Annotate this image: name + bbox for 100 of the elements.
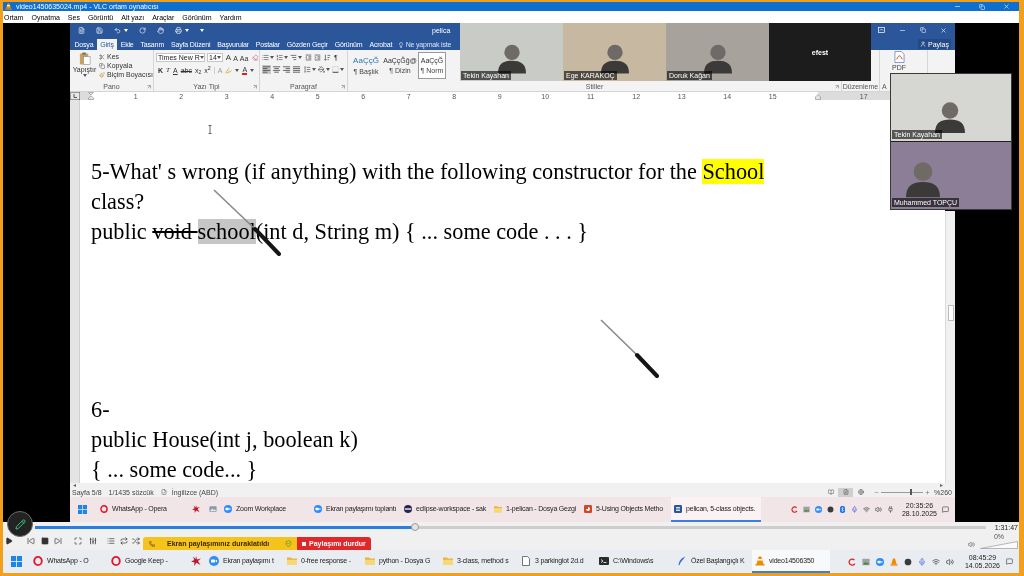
globe-icon[interactable] <box>857 489 864 495</box>
caret-icon[interactable] <box>82 74 87 77</box>
shuffle-icon[interactable] <box>132 537 140 545</box>
fullscreen-icon[interactable] <box>74 537 82 545</box>
playlist-icon[interactable] <box>107 537 115 545</box>
multilevel-list-icon[interactable] <box>290 54 297 61</box>
microphone-icon[interactable] <box>850 506 858 513</box>
caret-icon[interactable] <box>185 28 189 32</box>
page-icon[interactable] <box>78 26 85 34</box>
corner-mark-icon[interactable] <box>70 92 80 100</box>
page-lines-icon[interactable] <box>842 489 849 495</box>
scrollbar-thumb[interactable] <box>947 305 954 321</box>
align-left-icon[interactable] <box>262 65 271 74</box>
corner-arrow-icon[interactable] <box>341 85 345 89</box>
person-icon[interactable] <box>920 41 926 47</box>
dashed-square-icon[interactable] <box>332 66 339 73</box>
notification-icon[interactable] <box>942 506 949 513</box>
notification-icon[interactable] <box>1006 558 1013 565</box>
sort-icon[interactable] <box>324 54 331 61</box>
pencil-icon[interactable] <box>14 518 26 530</box>
scissors-icon[interactable] <box>99 53 105 60</box>
caret-icon[interactable] <box>284 56 288 59</box>
play-icon[interactable] <box>5 537 13 545</box>
plug-icon[interactable] <box>886 506 894 513</box>
caret-icon[interactable] <box>298 56 302 59</box>
copy-icon[interactable] <box>99 62 105 69</box>
rotate-arrow-icon[interactable] <box>139 26 146 34</box>
hand-icon[interactable] <box>157 26 164 34</box>
restore-icon[interactable] <box>979 3 985 10</box>
increase-indent-icon[interactable] <box>314 54 321 61</box>
arc-icon[interactable] <box>790 506 798 513</box>
microphone-icon[interactable] <box>917 557 926 566</box>
caret-icon[interactable] <box>250 69 255 72</box>
zoom-slider[interactable] <box>881 489 924 495</box>
scroll-left-icon[interactable] <box>73 483 76 487</box>
dark-dot-icon[interactable] <box>826 506 834 513</box>
skip-forward-icon[interactable] <box>54 537 62 545</box>
caret-icon[interactable] <box>200 28 204 32</box>
paint-bucket-icon[interactable] <box>318 66 325 73</box>
caret-icon[interactable] <box>340 68 344 71</box>
open-book-icon[interactable] <box>827 489 834 495</box>
picture-icon[interactable] <box>802 506 810 513</box>
box-caret-icon[interactable] <box>878 27 885 33</box>
ruler-marker-icon[interactable] <box>88 92 94 100</box>
four-squares-icon[interactable] <box>11 556 22 567</box>
scroll-right-icon[interactable] <box>940 483 943 487</box>
vertical-scrollbar[interactable] <box>945 211 955 483</box>
seek-bar[interactable] <box>35 523 986 531</box>
sliders-icon[interactable] <box>89 537 97 545</box>
printer-icon[interactable] <box>175 26 182 34</box>
traffic-cone-icon[interactable] <box>889 557 898 566</box>
caret-icon[interactable] <box>235 69 240 72</box>
line-spacing-icon[interactable] <box>304 66 311 73</box>
four-squares-icon[interactable] <box>78 505 87 514</box>
caret-icon[interactable] <box>326 68 330 71</box>
speaker-icon[interactable] <box>874 506 882 513</box>
zoom-in-icon[interactable] <box>925 489 931 495</box>
corner-arrow-icon[interactable] <box>253 85 257 89</box>
corner-arrow-icon[interactable] <box>147 85 151 89</box>
bullet-list-icon[interactable] <box>262 54 269 61</box>
bluetooth-icon[interactable] <box>838 506 846 513</box>
video-camera-icon[interactable] <box>875 557 884 566</box>
caret-icon[interactable] <box>312 68 316 71</box>
grow-font-button[interactable]: A <box>225 53 232 62</box>
dark-dot-icon[interactable] <box>903 557 912 566</box>
align-right-icon[interactable] <box>282 65 291 74</box>
corner-arrow-icon[interactable] <box>835 85 839 89</box>
wifi-icon[interactable] <box>931 557 940 566</box>
lightbulb-icon[interactable] <box>397 41 404 48</box>
minimize-icon[interactable] <box>954 3 961 10</box>
wifi-icon[interactable] <box>862 506 870 513</box>
zoom-slider-thumb[interactable] <box>910 489 913 495</box>
loop-icon[interactable] <box>120 537 128 545</box>
close-icon[interactable] <box>940 26 947 34</box>
speaker-icon[interactable] <box>968 541 975 548</box>
eraser-icon[interactable] <box>252 54 259 61</box>
document-check-icon[interactable] <box>160 489 167 495</box>
caret-icon[interactable] <box>124 28 128 32</box>
video-camera-icon[interactable] <box>814 506 822 513</box>
paintbrush-icon[interactable] <box>99 71 105 78</box>
view-button[interactable] <box>838 487 854 497</box>
picture-icon[interactable] <box>861 557 870 566</box>
caret-icon[interactable] <box>270 56 274 59</box>
caret-icon[interactable] <box>199 56 204 59</box>
speaker-icon[interactable] <box>945 557 954 566</box>
justify-icon[interactable] <box>292 65 301 74</box>
zoom-out-icon[interactable] <box>874 489 880 495</box>
decrease-indent-icon[interactable] <box>305 54 312 61</box>
caret-icon[interactable] <box>216 56 221 59</box>
save-icon[interactable] <box>96 26 103 34</box>
seek-thumb[interactable] <box>411 523 420 531</box>
folder-icon <box>443 555 453 566</box>
numbered-list-icon[interactable] <box>276 54 283 61</box>
undo-icon[interactable] <box>114 26 121 34</box>
arc-icon[interactable] <box>847 557 856 566</box>
stop-icon[interactable] <box>41 537 49 545</box>
restore-icon[interactable] <box>920 27 926 33</box>
close-icon[interactable] <box>1003 3 1010 10</box>
align-center-icon[interactable] <box>272 65 281 74</box>
skip-back-icon[interactable] <box>27 537 35 545</box>
